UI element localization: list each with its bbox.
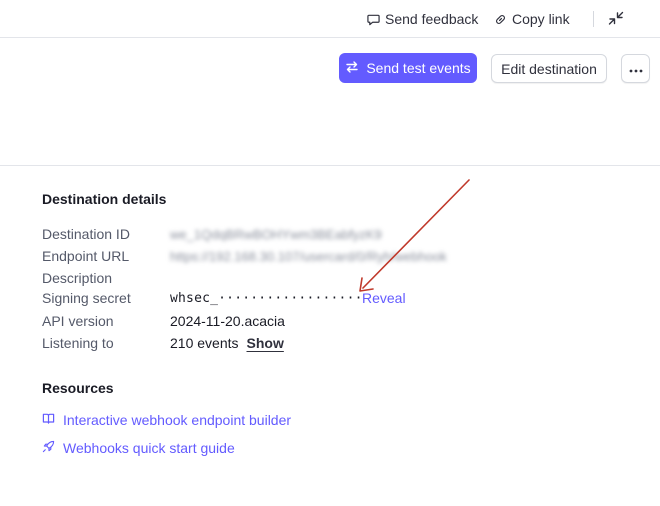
api-version-label: API version xyxy=(42,313,114,329)
endpoint-url-value: https://192.168.30.107/usercard/0/Ryh/we… xyxy=(170,249,447,264)
edit-destination-label: Edit destination xyxy=(501,60,597,77)
section-divider xyxy=(0,165,660,166)
listening-to-row: 210 events Show xyxy=(170,335,284,351)
collapse-button[interactable] xyxy=(607,10,625,28)
resource-link-quick-start[interactable]: Webhooks quick start guide xyxy=(42,440,235,456)
more-options-button[interactable] xyxy=(621,54,650,83)
destination-id-value: we_1QdqBRwBOHYwm3BEabfyzK9 xyxy=(170,227,382,242)
link-icon xyxy=(494,13,507,26)
rocket-icon xyxy=(42,440,55,456)
resources-heading: Resources xyxy=(42,380,114,396)
show-events-link[interactable]: Show xyxy=(247,335,284,351)
reveal-secret-link[interactable]: Reveal xyxy=(362,290,406,306)
api-version-value: 2024-11-20.acacia xyxy=(170,313,285,329)
destination-details-heading: Destination details xyxy=(42,191,167,207)
endpoint-url-label: Endpoint URL xyxy=(42,248,130,264)
speech-bubble-icon xyxy=(367,13,380,26)
signing-secret-value: whsec_·················· xyxy=(170,291,363,306)
edit-destination-button[interactable]: Edit destination xyxy=(491,54,607,83)
events-count: 210 events xyxy=(170,335,239,351)
copy-link-button[interactable]: Copy link xyxy=(494,10,570,28)
resource-label-quick-start: Webhooks quick start guide xyxy=(63,440,235,456)
destination-id-label: Destination ID xyxy=(42,226,130,242)
listening-to-label: Listening to xyxy=(42,335,114,351)
resource-link-endpoint-builder[interactable]: Interactive webhook endpoint builder xyxy=(42,412,291,428)
send-test-events-label: Send test events xyxy=(366,60,471,76)
swap-arrows-icon xyxy=(345,60,359,77)
resource-label-endpoint-builder: Interactive webhook endpoint builder xyxy=(63,412,292,428)
collapse-icon xyxy=(607,11,625,32)
send-test-events-button[interactable]: Send test events xyxy=(339,53,477,83)
signing-secret-label: Signing secret xyxy=(42,290,131,306)
top-bar: Send feedback Copy link xyxy=(0,0,660,38)
copy-link-label: Copy link xyxy=(512,11,570,27)
send-feedback-label: Send feedback xyxy=(385,11,479,27)
description-label: Description xyxy=(42,270,113,286)
toolbar-divider xyxy=(593,11,594,27)
book-icon xyxy=(42,412,55,428)
send-feedback-button[interactable]: Send feedback xyxy=(367,10,478,28)
more-horizontal-icon xyxy=(629,60,643,78)
